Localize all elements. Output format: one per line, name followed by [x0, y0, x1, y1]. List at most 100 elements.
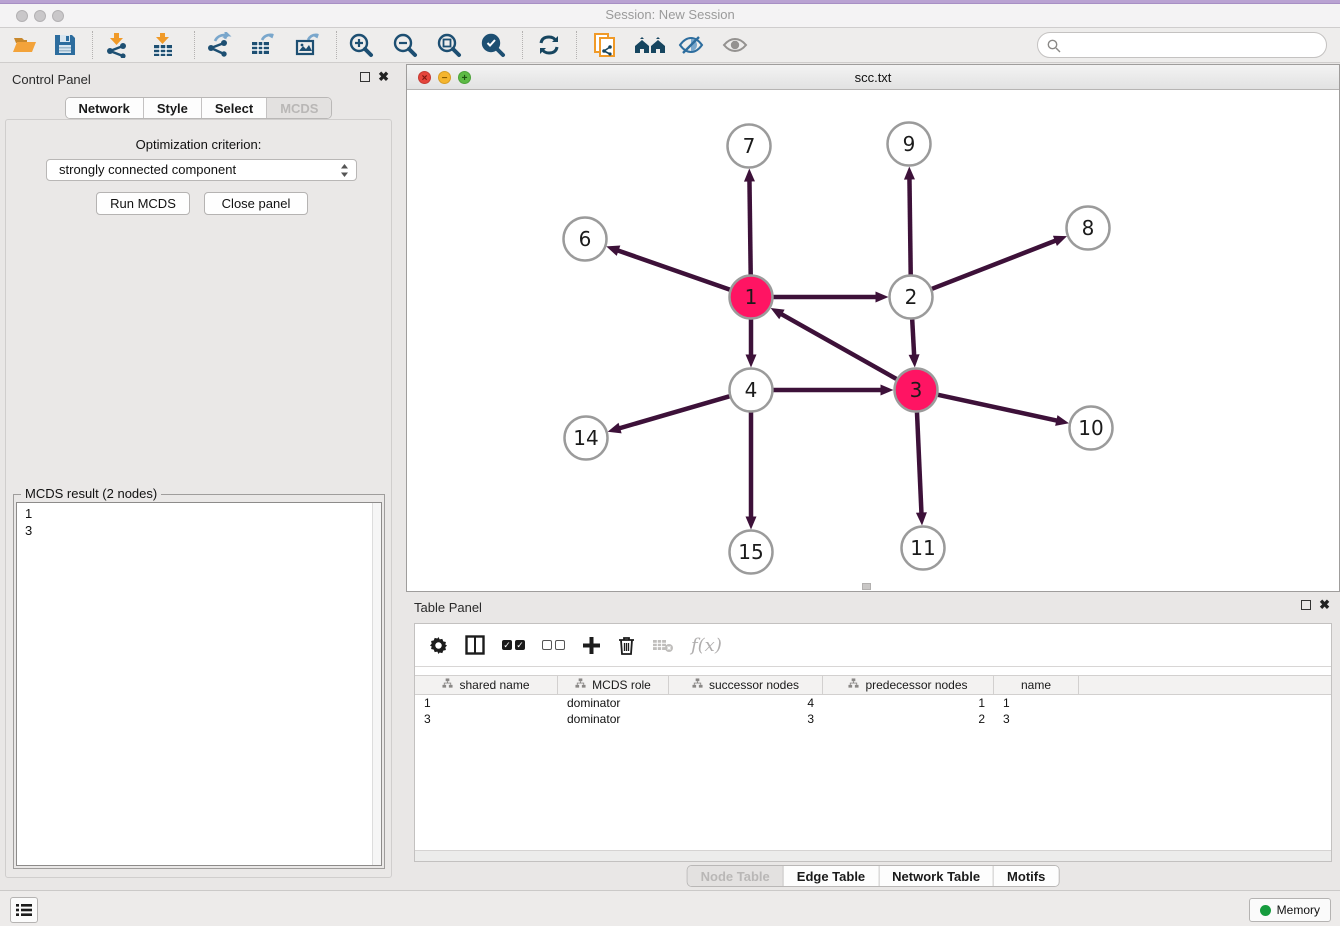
export-image-icon[interactable] [294, 32, 322, 60]
open-folder-icon[interactable] [12, 32, 40, 60]
deselect-all-checkboxes-icon[interactable] [542, 640, 565, 650]
result-item[interactable]: 3 [25, 522, 381, 539]
cell-shared-name[interactable]: 3 [415, 711, 558, 727]
function-builder-icon: f(x) [691, 635, 722, 656]
export-table-icon[interactable] [250, 32, 278, 60]
edge-3-11[interactable] [917, 412, 921, 513]
cell-successor-nodes[interactable]: 4 [669, 695, 823, 711]
copy-network-document-icon[interactable] [592, 32, 620, 60]
search-input[interactable] [1066, 34, 1316, 56]
graph-canvas[interactable]: 7968124314101511 [407, 90, 1339, 591]
window-title: Session: New Session [0, 7, 1340, 22]
refresh-layout-icon[interactable] [536, 32, 564, 60]
network-scrollbar-handle[interactable] [862, 583, 871, 590]
result-scrollbar[interactable] [372, 503, 381, 865]
table-row[interactable]: 3dominator323 [415, 711, 1331, 727]
criterion-value: strongly connected component [59, 162, 236, 177]
cell-mcds-role[interactable]: dominator [558, 711, 669, 727]
tree-column-icon [692, 678, 703, 692]
home-icon[interactable] [634, 32, 668, 60]
toolbar-separator [92, 31, 93, 59]
column-header-shared-name[interactable]: shared name [415, 676, 558, 694]
split-columns-icon[interactable] [465, 635, 485, 655]
zoom-in-icon[interactable] [348, 32, 376, 60]
column-header-mcds-role[interactable]: MCDS role [558, 676, 669, 694]
close-panel-button[interactable]: Close panel [204, 192, 308, 215]
cell-predecessor-nodes[interactable]: 2 [823, 711, 994, 727]
task-history-button[interactable] [10, 897, 38, 923]
import-table-icon[interactable] [150, 32, 178, 60]
cell-predecessor-nodes[interactable]: 1 [823, 695, 994, 711]
cell-name[interactable]: 3 [994, 711, 1079, 727]
criterion-select[interactable]: strongly connected component [46, 159, 357, 181]
export-network-icon[interactable] [206, 32, 234, 60]
node-label: 8 [1082, 216, 1095, 240]
hide-eye-icon[interactable] [678, 32, 706, 60]
tree-column-icon [442, 678, 453, 692]
edge-4-14[interactable] [619, 396, 729, 428]
column-header-predecessor-nodes[interactable]: predecessor nodes [823, 676, 994, 694]
edge-arrowhead [746, 517, 757, 530]
edge-2-9[interactable] [909, 178, 910, 274]
search-box [1037, 32, 1327, 58]
edge-arrowhead [746, 355, 757, 368]
tab-network[interactable]: Network [66, 98, 144, 118]
edge-2-8[interactable] [932, 241, 1056, 289]
cell-shared-name[interactable]: 1 [415, 695, 558, 711]
node-label: 6 [579, 227, 592, 251]
edge-1-7[interactable] [749, 180, 750, 274]
tab-style[interactable]: Style [144, 98, 202, 118]
status-bar: Memory [0, 890, 1340, 926]
node-label: 2 [905, 285, 918, 309]
float-panel-icon[interactable] [360, 72, 370, 82]
node-table: shared nameMCDS role successor nodes prede… [415, 675, 1331, 727]
add-row-icon[interactable] [582, 636, 601, 655]
mcds-result-list[interactable]: 13 [16, 502, 382, 866]
cell-mcds-role[interactable]: dominator [558, 695, 669, 711]
close-panel-icon[interactable]: ✖ [378, 72, 389, 82]
tab-mcds[interactable]: MCDS [267, 98, 331, 118]
show-eye-icon[interactable] [722, 32, 750, 60]
memory-button[interactable]: Memory [1249, 898, 1331, 922]
select-all-checkboxes-icon[interactable]: ✓✓ [502, 640, 525, 650]
column-header-successor-nodes[interactable]: successor nodes [669, 676, 823, 694]
memory-label: Memory [1277, 903, 1320, 917]
import-network-icon[interactable] [104, 32, 132, 60]
cell-successor-nodes[interactable]: 3 [669, 711, 823, 727]
tree-column-icon [575, 678, 586, 692]
close-panel-icon[interactable]: ✖ [1319, 600, 1330, 610]
zoom-fit-icon[interactable] [436, 32, 464, 60]
run-mcds-button[interactable]: Run MCDS [96, 192, 190, 215]
save-icon[interactable] [52, 32, 80, 60]
main-toolbar [0, 28, 1340, 63]
float-panel-icon[interactable] [1301, 600, 1311, 610]
column-header-name[interactable]: name [994, 676, 1079, 694]
tab-motifs[interactable]: Motifs [994, 866, 1058, 886]
zoom-selected-icon[interactable] [480, 32, 508, 60]
tab-node-table[interactable]: Node Table [688, 866, 784, 886]
edge-2-3[interactable] [912, 319, 914, 355]
mcds-panel: Optimization criterion: strongly connect… [5, 119, 392, 878]
edge-arrowhead [606, 246, 620, 256]
zoom-out-icon[interactable] [392, 32, 420, 60]
network-window-titlebar[interactable]: × − + scc.txt [407, 65, 1339, 90]
edge-arrowhead [881, 385, 894, 396]
tab-select[interactable]: Select [202, 98, 267, 118]
toolbar-separator [576, 31, 577, 59]
table-row[interactable]: 1dominator411 [415, 695, 1331, 711]
tab-edge-table[interactable]: Edge Table [784, 866, 879, 886]
column-header-label: successor nodes [709, 678, 799, 692]
edge-1-6[interactable] [618, 250, 730, 289]
cell-name[interactable]: 1 [994, 695, 1079, 711]
gear-icon[interactable] [429, 636, 448, 655]
table-header-row: shared nameMCDS role successor nodes prede… [415, 675, 1331, 695]
edge-3-1[interactable] [781, 314, 896, 379]
tree-column-icon [848, 678, 859, 692]
memory-status-icon [1260, 905, 1271, 916]
edge-3-10[interactable] [938, 395, 1057, 421]
result-item[interactable]: 1 [25, 505, 381, 522]
node-label: 4 [745, 378, 758, 402]
tab-network-table[interactable]: Network Table [879, 866, 994, 886]
table-horizontal-scrollbar[interactable] [415, 850, 1331, 861]
trash-icon[interactable] [618, 636, 635, 655]
